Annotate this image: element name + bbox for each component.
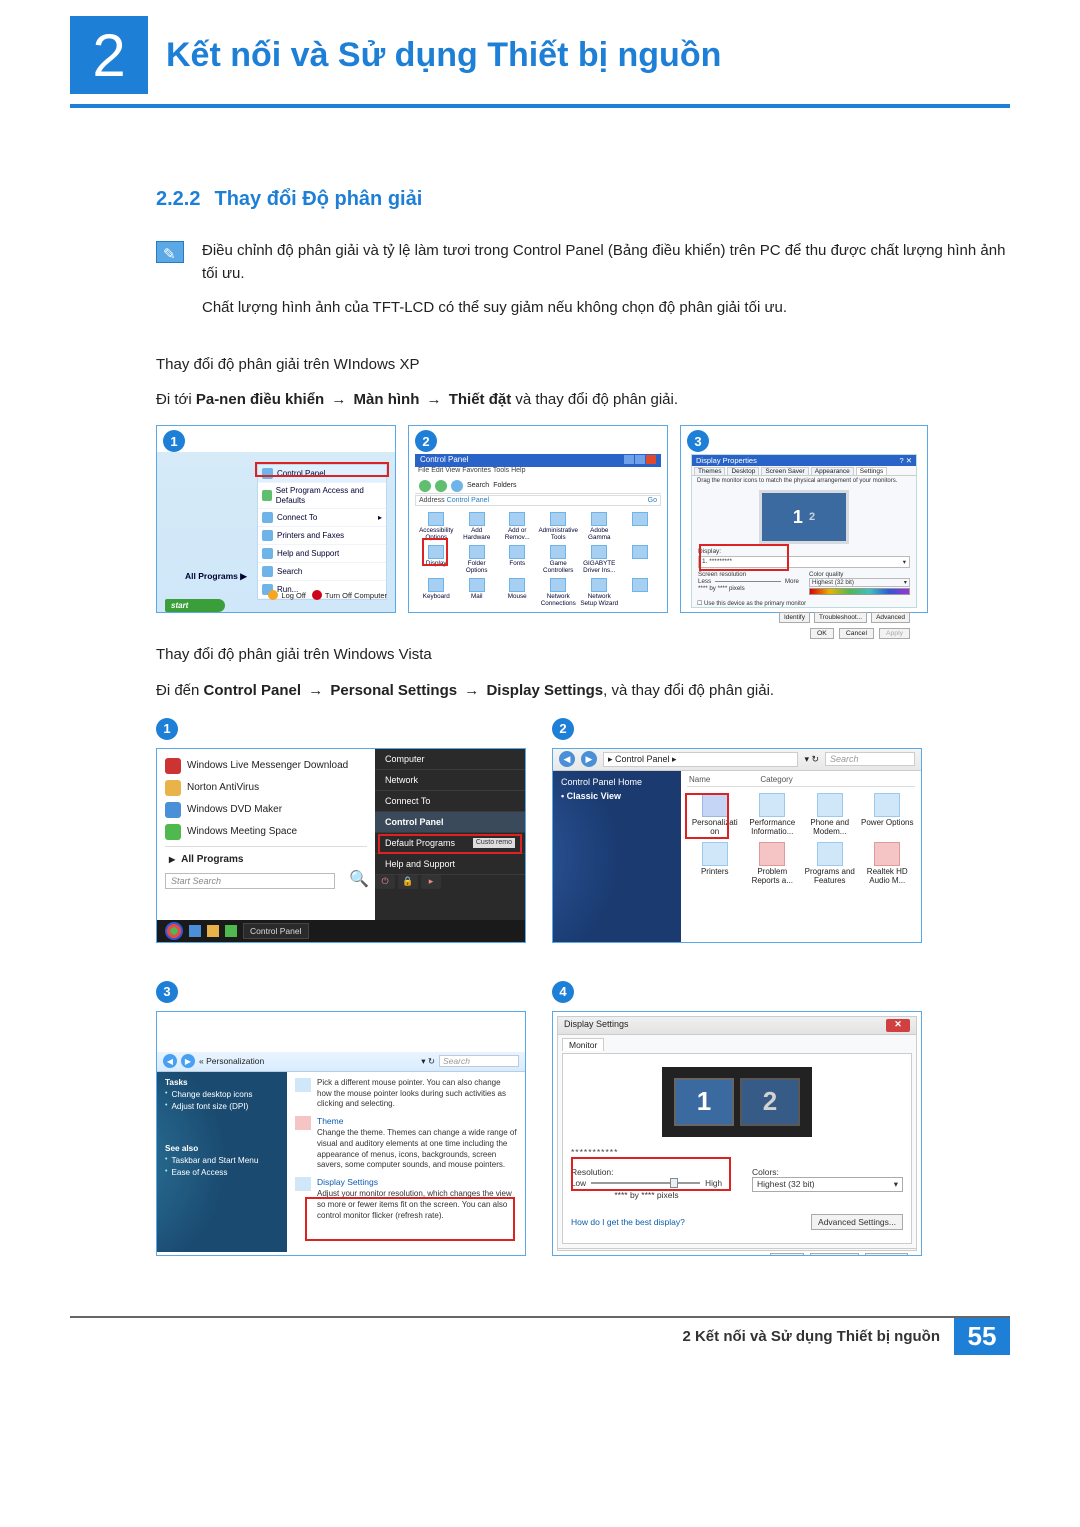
forward-icon[interactable]: ▶ [581,751,597,767]
xp-panel-1: 1 Control Panel Set Program Access and D… [156,425,396,613]
vista-panel-1: Windows Live Messenger Download Norton A… [156,748,526,943]
vista-panel-2: ◀ ▶ ▸ Control Panel ▸ ▾ ↻ Search Control… [552,748,922,943]
chevron-icon[interactable]: ▸ [421,875,441,889]
xp1-footer: Log Off Turn Off Computer [268,590,387,600]
step-badge-2: 2 [415,430,437,452]
start-search[interactable]: Start Search [165,873,335,889]
v4-highlight [571,1157,731,1191]
vista-path: Đi đến Control Panel → Personal Settings… [70,679,1010,702]
page-footer: 2 Kết nối và Sử dụng Thiết bị nguồn 55 [70,1316,1010,1355]
xp-heading: Thay đổi độ phân giải trên WIndows XP [70,353,1010,376]
step-badge-v4: 4 [552,981,574,1003]
vista-heading: Thay đổi độ phân giải trên Windows Vista [70,643,1010,666]
xp-panel-3: 3 Display Properties? ✕ Themes Desktop S… [680,425,928,613]
xp-panel-row: 1 Control Panel Set Program Access and D… [70,425,1010,613]
v3-highlight [305,1197,515,1241]
note-text: Điều chỉnh độ phân giải và tỷ lệ làm tươ… [202,239,1010,329]
close-icon[interactable]: ✕ [886,1019,910,1032]
xp3-highlight [699,544,789,571]
chapter-header: 2 Kết nối và Sử dụng Thiết bị nguồn [70,20,1010,108]
page: 2 Kết nối và Sử dụng Thiết bị nguồn 2.2.… [0,0,1080,1355]
cp-titlebar: Control Panel [415,454,661,467]
back-icon[interactable]: ◀ [559,751,575,767]
note-p2: Chất lượng hình ảnh của TFT-LCD có thể s… [202,296,1010,319]
start-orb-icon[interactable] [165,922,183,940]
v1-highlight [378,834,522,854]
section-title: Thay đổi Độ phân giải [214,188,422,211]
power-icon[interactable]: ⏻ [375,875,395,889]
apply-button[interactable]: Apply [865,1253,908,1256]
ok-button[interactable]: OK [770,1253,804,1256]
start-button[interactable]: start [165,599,225,612]
all-programs: All Programs ▶ [185,571,247,582]
step-badge-v1: 1 [156,718,178,740]
step-badge-v2: 2 [552,718,574,740]
cancel-button[interactable]: Cancel [810,1253,858,1256]
monitor-preview: 1 2 [759,490,849,544]
v2-highlight [685,793,729,839]
chapter-title: Kết nối và Sử dụng Thiết bị nguồn [166,20,721,75]
footer-page-number: 55 [954,1318,1010,1355]
control-panel-item[interactable]: Control Panel [375,812,525,833]
xp1-highlight [255,462,389,477]
lock-icon[interactable]: 🔒 [398,875,418,889]
step-badge-3: 3 [687,430,709,452]
xp-path: Đi tới Pa-nen điều khiển → Màn hình → Th… [70,388,1010,411]
vista-row-2: 3 ◀▶ « Personalization ▾ ↻ Search Tasks … [70,981,1010,1256]
vista-row-1: 1 Windows Live Messenger Download Norton… [70,718,1010,943]
note-p1: Điều chỉnh độ phân giải và tỷ lệ làm tươ… [202,239,1010,286]
xp2-highlight [422,538,448,566]
step-badge-1: 1 [163,430,185,452]
display-properties: Display Properties? ✕ Themes Desktop Scr… [691,454,917,608]
vista-panel-4: Display Settings ✕ Monitor 1 2 *********… [552,1011,922,1256]
cp-icons-grid: Accessibility Options Add Hardware Add o… [417,512,659,607]
note-block: Điều chỉnh độ phân giải và tỷ lệ làm tươ… [70,239,1010,329]
section-number: 2.2.2 [156,188,200,211]
xp-panel-2: 2 Control Panel File Edit View Favorites… [408,425,668,613]
footer-text: 2 Kết nối và Sử dụng Thiết bị nguồn [668,1318,954,1355]
note-icon [156,241,184,263]
xp-start-menu: Control Panel Set Program Access and Def… [257,464,387,600]
chapter-number: 2 [70,16,148,94]
section-heading: 2.2.2 Thay đổi Độ phân giải [70,188,1010,211]
colors-select[interactable]: Highest (32 bit)▾ [752,1177,903,1192]
step-badge-v3: 3 [156,981,178,1003]
vista-panel-3: ◀▶ « Personalization ▾ ↻ Search Tasks Ch… [156,1011,526,1256]
